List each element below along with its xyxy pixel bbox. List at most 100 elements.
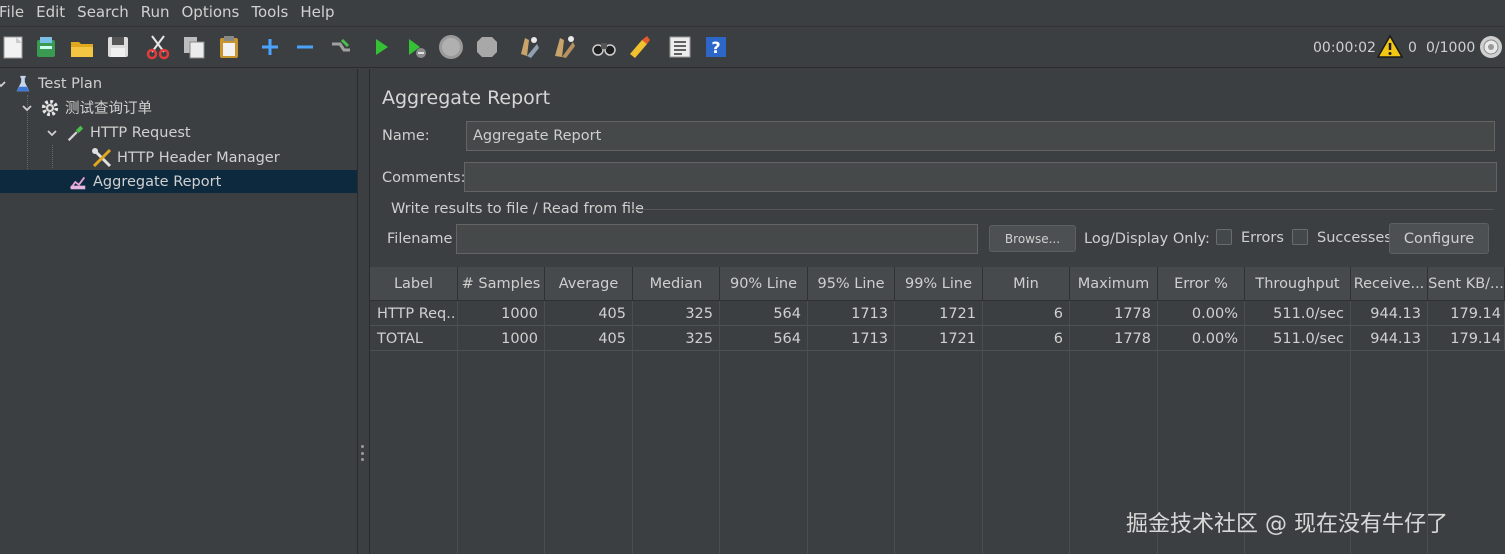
- menu-run[interactable]: Run: [135, 0, 176, 25]
- tree-item-label: Test Plan: [38, 75, 103, 92]
- column-header[interactable]: Receive...: [1351, 267, 1428, 301]
- column-header[interactable]: Error %: [1158, 267, 1245, 301]
- menu-search[interactable]: Search: [71, 0, 135, 25]
- filename-input[interactable]: [456, 224, 978, 254]
- stop-icon[interactable]: [437, 33, 465, 61]
- toolbar: ? 00:00:02 0 0/1000: [0, 26, 1505, 68]
- column-header[interactable]: Average: [545, 267, 633, 301]
- column-header[interactable]: 99% Line: [895, 267, 983, 301]
- menu-file[interactable]: File: [0, 0, 30, 25]
- file-group-title: Write results to file / Read from file: [391, 201, 644, 217]
- browse-button[interactable]: Browse...: [989, 225, 1076, 252]
- column-divider: [457, 301, 458, 554]
- thread-count: 0/1000: [1426, 40, 1476, 56]
- start-no-pauses-icon[interactable]: [402, 33, 430, 61]
- log-display-label: Log/Display Only:: [1084, 231, 1210, 247]
- table-cell: 325: [633, 301, 720, 326]
- flask-icon: [12, 73, 34, 95]
- table-cell: 1778: [1070, 326, 1158, 351]
- tree-item-test-plan[interactable]: Test Plan: [0, 72, 358, 95]
- panel-title: Aggregate Report: [382, 87, 551, 109]
- group-divider: [632, 209, 1494, 210]
- name-label: Name:: [382, 128, 430, 144]
- table-row[interactable]: TOTAL 1000 405 325 564 1713 1721 6 1778 …: [370, 326, 1505, 351]
- help-icon[interactable]: ?: [702, 33, 730, 61]
- warning-icon[interactable]: [1376, 33, 1404, 61]
- tree-item-aggregate-report[interactable]: Aggregate Report: [0, 170, 357, 193]
- tree-item-http-request[interactable]: HTTP Request: [0, 121, 358, 144]
- clear-icon[interactable]: [514, 33, 542, 61]
- table-cell: 1713: [808, 326, 895, 351]
- aggregate-report-panel: Aggregate Report Name: Comments: Write r…: [370, 69, 1505, 554]
- errors-label: Errors: [1241, 230, 1284, 246]
- column-divider: [894, 301, 895, 554]
- table-cell: 179.14: [1428, 326, 1505, 351]
- table-cell: 0.00%: [1158, 326, 1245, 351]
- name-input[interactable]: [466, 121, 1495, 151]
- tree-item-thread-group[interactable]: 测试查询订单: [0, 96, 358, 119]
- wrench-screwdriver-icon: [91, 147, 113, 169]
- copy-icon[interactable]: [180, 33, 208, 61]
- pane-splitter[interactable]: [358, 69, 370, 554]
- clear-all-icon[interactable]: [550, 33, 578, 61]
- menu-tools[interactable]: Tools: [245, 0, 294, 25]
- cut-icon[interactable]: [144, 33, 172, 61]
- filename-label: Filename: [387, 231, 453, 247]
- column-divider: [719, 301, 720, 554]
- table-cell: 564: [720, 326, 808, 351]
- table-row[interactable]: HTTP Req... 1000 405 325 564 1713 1721 6…: [370, 301, 1505, 326]
- column-header[interactable]: Throughput: [1245, 267, 1351, 301]
- shutdown-icon[interactable]: [473, 33, 501, 61]
- menu-edit[interactable]: Edit: [30, 0, 71, 25]
- menu-options[interactable]: Options: [175, 0, 245, 25]
- column-header[interactable]: Maximum: [1070, 267, 1158, 301]
- open-icon[interactable]: [68, 33, 96, 61]
- column-divider: [807, 301, 808, 554]
- report-icon: [67, 171, 89, 193]
- column-header[interactable]: Sent KB/...: [1428, 267, 1505, 301]
- save-icon[interactable]: [104, 33, 132, 61]
- expand-icon[interactable]: [256, 33, 284, 61]
- column-header[interactable]: 95% Line: [808, 267, 895, 301]
- gear-icon: [39, 97, 61, 119]
- menu-help[interactable]: Help: [294, 0, 340, 25]
- chevron-down-icon[interactable]: [20, 101, 34, 115]
- reset-search-icon[interactable]: [625, 33, 653, 61]
- column-header[interactable]: Median: [633, 267, 720, 301]
- column-header[interactable]: Min: [983, 267, 1070, 301]
- column-divider: [982, 301, 983, 554]
- chevron-down-icon[interactable]: [45, 126, 59, 140]
- elapsed-timer: 00:00:02: [1313, 40, 1376, 56]
- table-cell: TOTAL: [370, 326, 458, 351]
- column-header[interactable]: Label: [370, 267, 458, 301]
- toggle-icon[interactable]: [327, 33, 355, 61]
- column-header[interactable]: # Samples: [458, 267, 545, 301]
- chevron-down-icon[interactable]: [0, 77, 8, 91]
- search-icon[interactable]: [590, 33, 618, 61]
- configure-button[interactable]: Configure: [1389, 223, 1489, 254]
- column-header[interactable]: 90% Line: [720, 267, 808, 301]
- table-header-row: Label # Samples Average Median 90% Line …: [370, 267, 1505, 301]
- column-divider: [632, 301, 633, 554]
- paste-icon[interactable]: [215, 33, 243, 61]
- function-helper-icon[interactable]: [666, 33, 694, 61]
- table-cell: 405: [545, 326, 633, 351]
- successes-checkbox[interactable]: [1292, 229, 1308, 245]
- drag-handle-icon[interactable]: [361, 445, 365, 461]
- collapse-icon[interactable]: [291, 33, 319, 61]
- comments-input[interactable]: [464, 162, 1497, 192]
- table-cell: 405: [545, 301, 633, 326]
- test-plan-tree: Test Plan 测试查询订单 HTTP Request HTTP Heade…: [0, 69, 358, 554]
- templates-icon[interactable]: [32, 33, 60, 61]
- tree-item-http-header-manager[interactable]: HTTP Header Manager: [0, 146, 358, 169]
- table-cell: 1778: [1070, 301, 1158, 326]
- svg-text:?: ?: [711, 38, 720, 57]
- table-cell: 1000: [458, 326, 545, 351]
- running-indicator-icon: [1477, 33, 1505, 61]
- errors-checkbox[interactable]: [1216, 229, 1232, 245]
- comments-label: Comments:: [382, 170, 466, 186]
- table-cell: 325: [633, 326, 720, 351]
- start-icon[interactable]: [367, 33, 395, 61]
- table-cell: 944.13: [1351, 301, 1428, 326]
- new-icon[interactable]: [0, 33, 28, 61]
